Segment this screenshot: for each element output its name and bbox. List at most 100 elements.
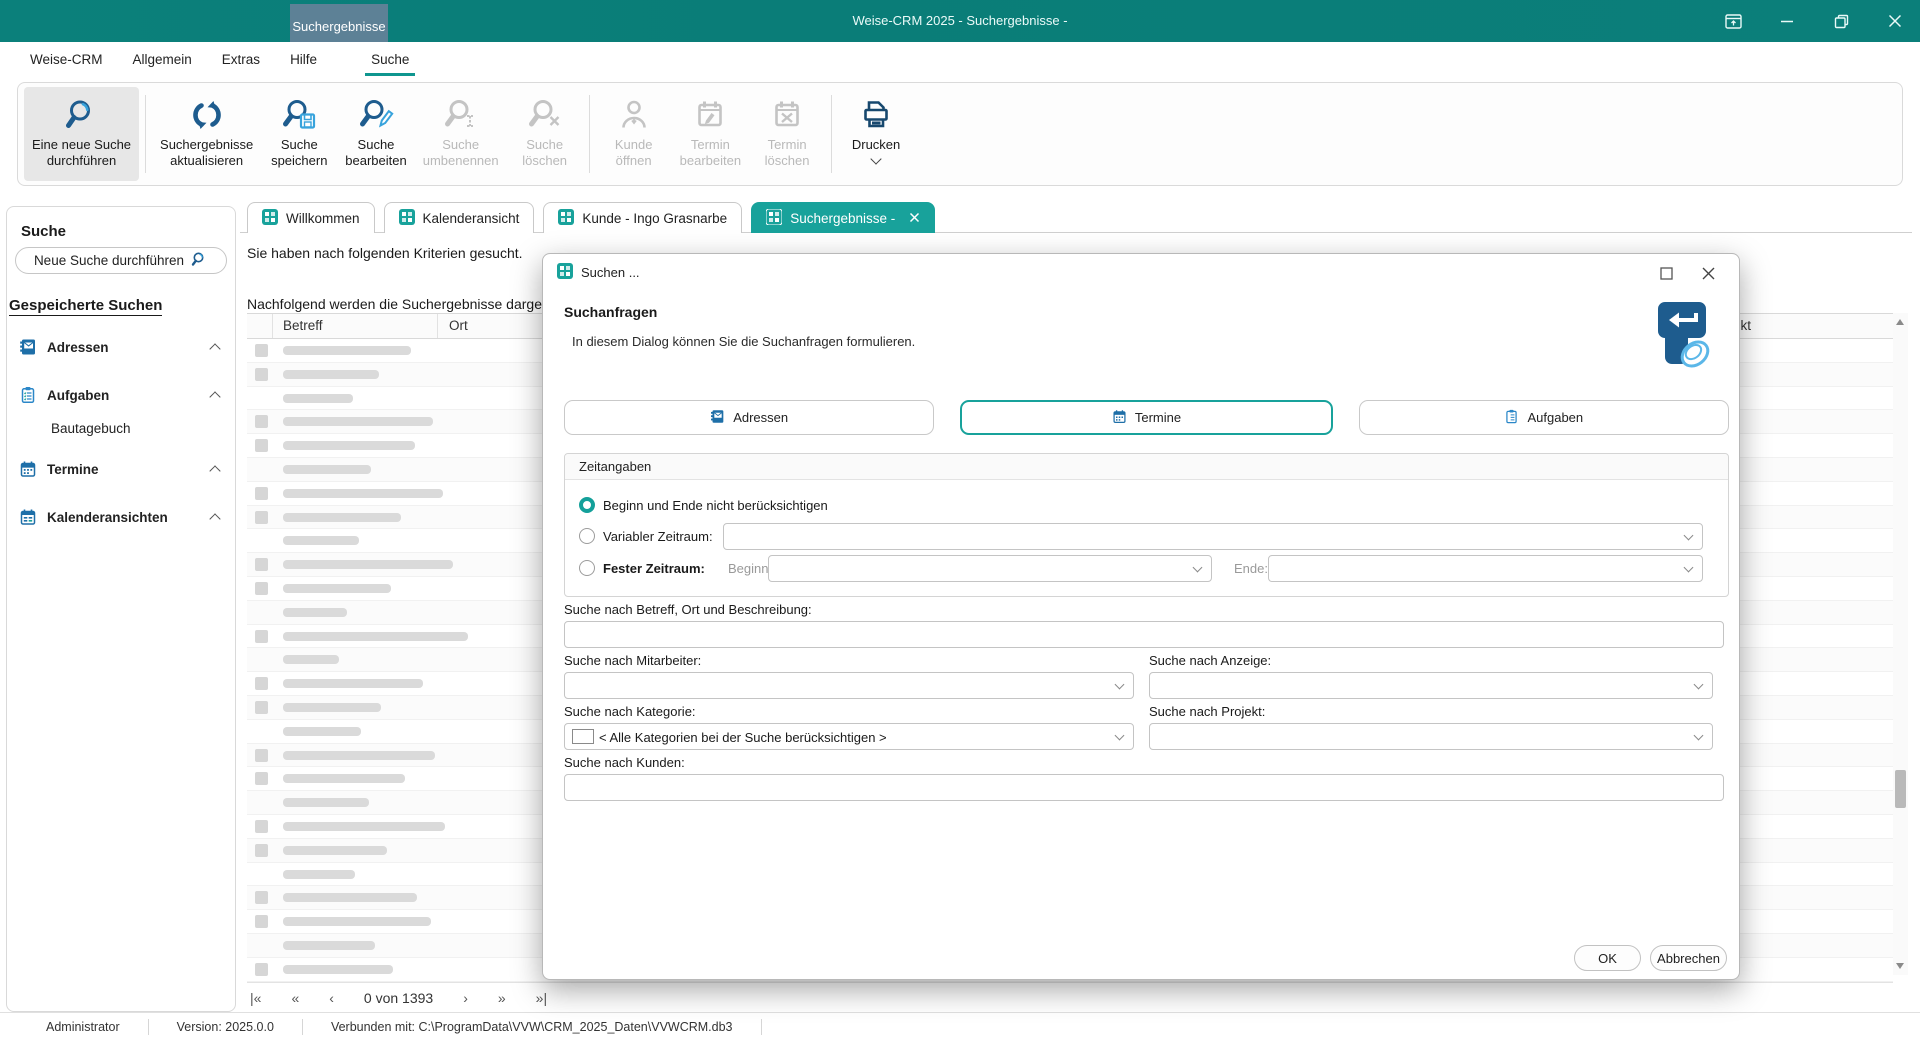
redacted-row-text (283, 536, 359, 545)
radio-label: Variabler Zeitraum: (603, 529, 713, 544)
ribbon-label: Drucken (852, 137, 900, 152)
forward-icon[interactable]: » (498, 990, 506, 1006)
radio-selected-icon[interactable] (579, 497, 595, 513)
sidebar-group-kalenderansichten[interactable]: Kalenderansichten (7, 505, 235, 529)
chevron-up-icon[interactable] (209, 513, 220, 524)
minimize-icon[interactable] (1772, 6, 1802, 36)
scroll-down-icon[interactable] (1896, 963, 1904, 969)
redacted-row-text (283, 703, 381, 712)
column-divider (437, 314, 438, 338)
tab-icon (766, 209, 782, 228)
ribbon-display-options-icon[interactable] (1718, 6, 1748, 36)
sidebar-group-label: Adressen (47, 340, 109, 355)
chevron-up-icon[interactable] (209, 465, 220, 476)
calendar-views-icon (19, 508, 37, 526)
dialog-tab-aufgaben[interactable]: Aufgaben (1359, 400, 1729, 435)
chevron-up-icon[interactable] (209, 343, 220, 354)
dialog-tab-termine[interactable]: Termine (960, 400, 1332, 435)
ribbon-delete-search-button[interactable]: Suchelöschen (507, 87, 583, 181)
new-search-button[interactable]: Neue Suche durchführen (15, 247, 227, 274)
printer-icon (858, 93, 894, 137)
last-page-icon[interactable]: »| (536, 990, 547, 1006)
menu-weise-crm[interactable]: Weise-CRM (28, 43, 105, 76)
ribbon-rename-search-button[interactable]: Sucheumbenennen (415, 87, 507, 181)
radio-icon[interactable] (579, 528, 595, 544)
address-book-icon (19, 338, 37, 356)
search-delete-icon (527, 93, 563, 137)
projekt-combobox[interactable] (1149, 723, 1713, 750)
sidebar-item-bautagebuch[interactable]: Bautagebuch (51, 421, 221, 436)
ribbon-delete-appointment-button[interactable]: Terminlöschen (749, 87, 825, 181)
column-header-ort[interactable]: Ort (449, 318, 468, 333)
scrollbar-thumb[interactable] (1895, 770, 1906, 808)
sidebar-group-adressen[interactable]: Adressen (7, 335, 235, 359)
ribbon-print-button[interactable]: Drucken (838, 87, 914, 181)
rewind-icon[interactable]: « (291, 990, 299, 1006)
kategorie-value: < Alle Kategorien bei der Suche berücksi… (599, 730, 887, 745)
restore-icon[interactable] (1826, 6, 1856, 36)
maximize-icon[interactable] (1655, 262, 1677, 284)
ribbon-separator (145, 95, 146, 173)
radio-row-fixed-range[interactable]: Fester Zeitraum: (579, 560, 705, 576)
redacted-row-text (283, 608, 347, 617)
redacted-row-icon (255, 415, 268, 428)
close-icon[interactable] (1880, 6, 1910, 36)
redacted-row-icon (255, 582, 268, 595)
previous-page-icon[interactable]: ‹ (329, 990, 334, 1006)
column-header-betreff[interactable]: Betreff (283, 318, 323, 333)
ok-button[interactable]: OK (1574, 945, 1641, 971)
redacted-row-icon (255, 820, 268, 833)
next-page-icon[interactable]: › (463, 990, 468, 1006)
sidebar-group-termine[interactable]: Termine (7, 457, 235, 481)
ribbon-label: Termin (691, 137, 730, 152)
kunden-search-input[interactable] (564, 774, 1724, 801)
radio-row-no-dates[interactable]: Beginn und Ende nicht berücksichtigen (579, 497, 828, 513)
ribbon-edit-search-button[interactable]: Suchebearbeiten (337, 87, 414, 181)
tab-kalenderansicht[interactable]: Kalenderansicht (384, 202, 535, 233)
redacted-row-icon (255, 630, 268, 643)
ribbon-open-customer-button[interactable]: Kundeöffnen (596, 87, 672, 181)
betreff-search-input[interactable] (564, 621, 1724, 648)
ribbon-save-search-button[interactable]: Suchespeichern (261, 87, 337, 181)
ribbon-label: Termin (768, 137, 807, 152)
status-version: Version: 2025.0.0 (149, 1019, 303, 1035)
redacted-row-text (283, 513, 401, 522)
chevron-up-icon[interactable] (209, 391, 220, 402)
tab-kunde-ingo-grasnarbe[interactable]: Kunde - Ingo Grasnarbe (543, 202, 742, 233)
scroll-up-icon[interactable] (1896, 319, 1904, 325)
cancel-button[interactable]: Abbrechen (1650, 945, 1727, 971)
mitarbeiter-combobox[interactable] (564, 672, 1134, 699)
redacted-row-icon (255, 368, 268, 381)
close-icon[interactable] (909, 211, 920, 226)
radio-row-variable-range[interactable]: Variabler Zeitraum: (579, 528, 713, 544)
dialog-title-bar[interactable]: Suchen ... (543, 254, 1739, 290)
refresh-icon (189, 93, 225, 137)
ribbon-edit-appointment-button[interactable]: Terminbearbeiten (672, 87, 749, 181)
radio-icon[interactable] (579, 560, 595, 576)
menu-suche[interactable]: Suche (369, 43, 411, 76)
menu-extras[interactable]: Extras (220, 43, 262, 76)
redacted-row-icon (255, 963, 268, 976)
ribbon-new-search-button[interactable]: Eine neue Suchedurchführen (24, 87, 139, 181)
dialog-tab-adressen[interactable]: Adressen (564, 400, 934, 435)
variable-range-combobox[interactable] (723, 523, 1703, 550)
kategorie-combobox[interactable]: < Alle Kategorien bei der Suche berücksi… (564, 723, 1134, 750)
tab-willkommen[interactable]: Willkommen (247, 202, 375, 233)
status-bar: Administrator Version: 2025.0.0 Verbunde… (0, 1012, 1920, 1040)
mitarbeiter-label: Suche nach Mitarbeiter: (564, 653, 701, 668)
sidebar-group-aufgaben[interactable]: Aufgaben (7, 383, 235, 407)
tab-suchergebnisse[interactable]: Suchergebnisse - (751, 202, 935, 233)
radio-label: Beginn und Ende nicht berücksichtigen (603, 498, 828, 513)
menu-allgemein[interactable]: Allgemein (131, 43, 194, 76)
dialog-description: In diesem Dialog können Sie die Suchanfr… (572, 334, 915, 349)
close-icon[interactable] (1697, 262, 1719, 284)
ribbon-refresh-results-button[interactable]: Suchergebnisseaktualisieren (152, 87, 261, 181)
beginn-combobox[interactable] (768, 555, 1212, 582)
vertical-scrollbar[interactable] (1893, 313, 1908, 975)
anzeige-combobox[interactable] (1149, 672, 1713, 699)
ende-combobox[interactable] (1268, 555, 1703, 582)
first-page-icon[interactable]: |« (250, 990, 261, 1006)
redacted-row-text (283, 679, 423, 688)
dialog-title: Suchen ... (581, 265, 640, 280)
menu-hilfe[interactable]: Hilfe (288, 43, 319, 76)
